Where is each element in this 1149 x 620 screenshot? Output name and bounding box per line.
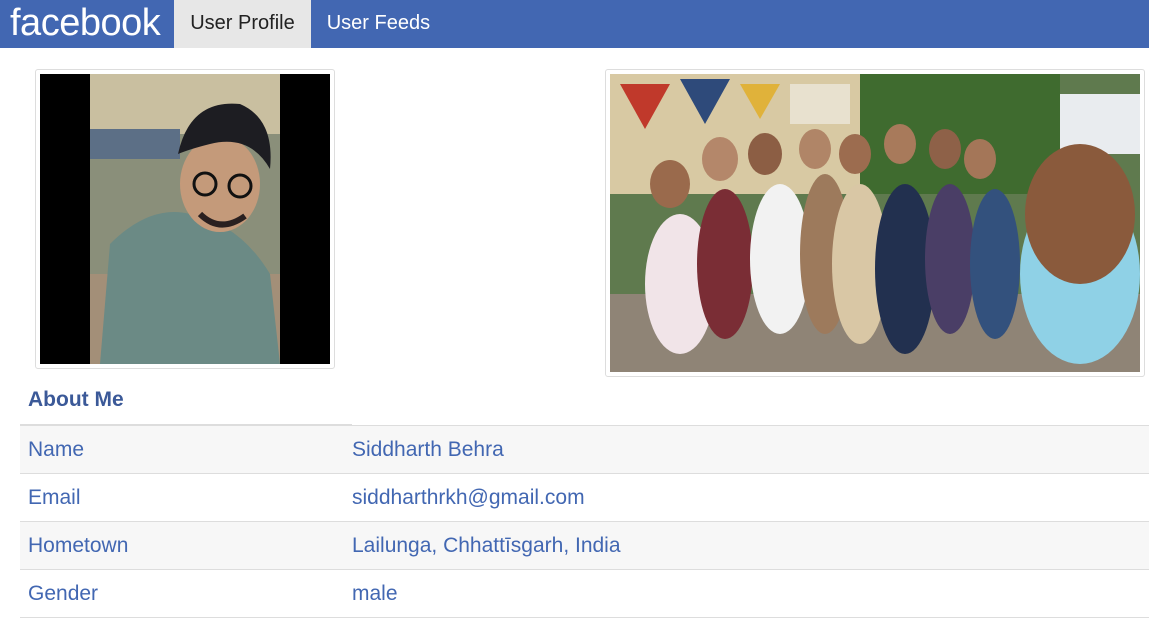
row-label-email: Email bbox=[28, 485, 81, 509]
row-label-name: Name bbox=[28, 437, 85, 461]
table-row: Email siddharthrkh@gmail.com bbox=[20, 473, 1149, 522]
tab-user-profile[interactable]: User Profile bbox=[174, 0, 311, 48]
row-value-email: siddharthrkh@gmail.com bbox=[352, 485, 585, 509]
group-photo bbox=[610, 74, 1140, 372]
top-navbar: facebook User Profile User Feeds bbox=[0, 0, 1149, 48]
brand-logo[interactable]: facebook bbox=[0, 0, 174, 48]
table-row: Gender male bbox=[20, 569, 1149, 618]
row-label-gender: Gender bbox=[28, 581, 99, 605]
row-value-hometown: Lailunga, Chhattīsgarh, India bbox=[352, 533, 621, 557]
profile-photo bbox=[40, 74, 330, 364]
about-me-heading: About Me bbox=[28, 388, 124, 411]
tab-user-feeds[interactable]: User Feeds bbox=[311, 0, 446, 48]
about-me-table: Name Siddharth Behra Email siddharthrkh@… bbox=[20, 425, 1149, 618]
table-row: Name Siddharth Behra bbox=[20, 425, 1149, 474]
cover-photo-frame bbox=[605, 69, 1145, 377]
row-value-name: Siddharth Behra bbox=[352, 437, 504, 461]
profile-photo-frame bbox=[35, 69, 335, 369]
row-value-gender: male bbox=[352, 581, 398, 605]
row-label-hometown: Hometown bbox=[28, 533, 129, 557]
table-row: Hometown Lailunga, Chhattīsgarh, India bbox=[20, 521, 1149, 570]
